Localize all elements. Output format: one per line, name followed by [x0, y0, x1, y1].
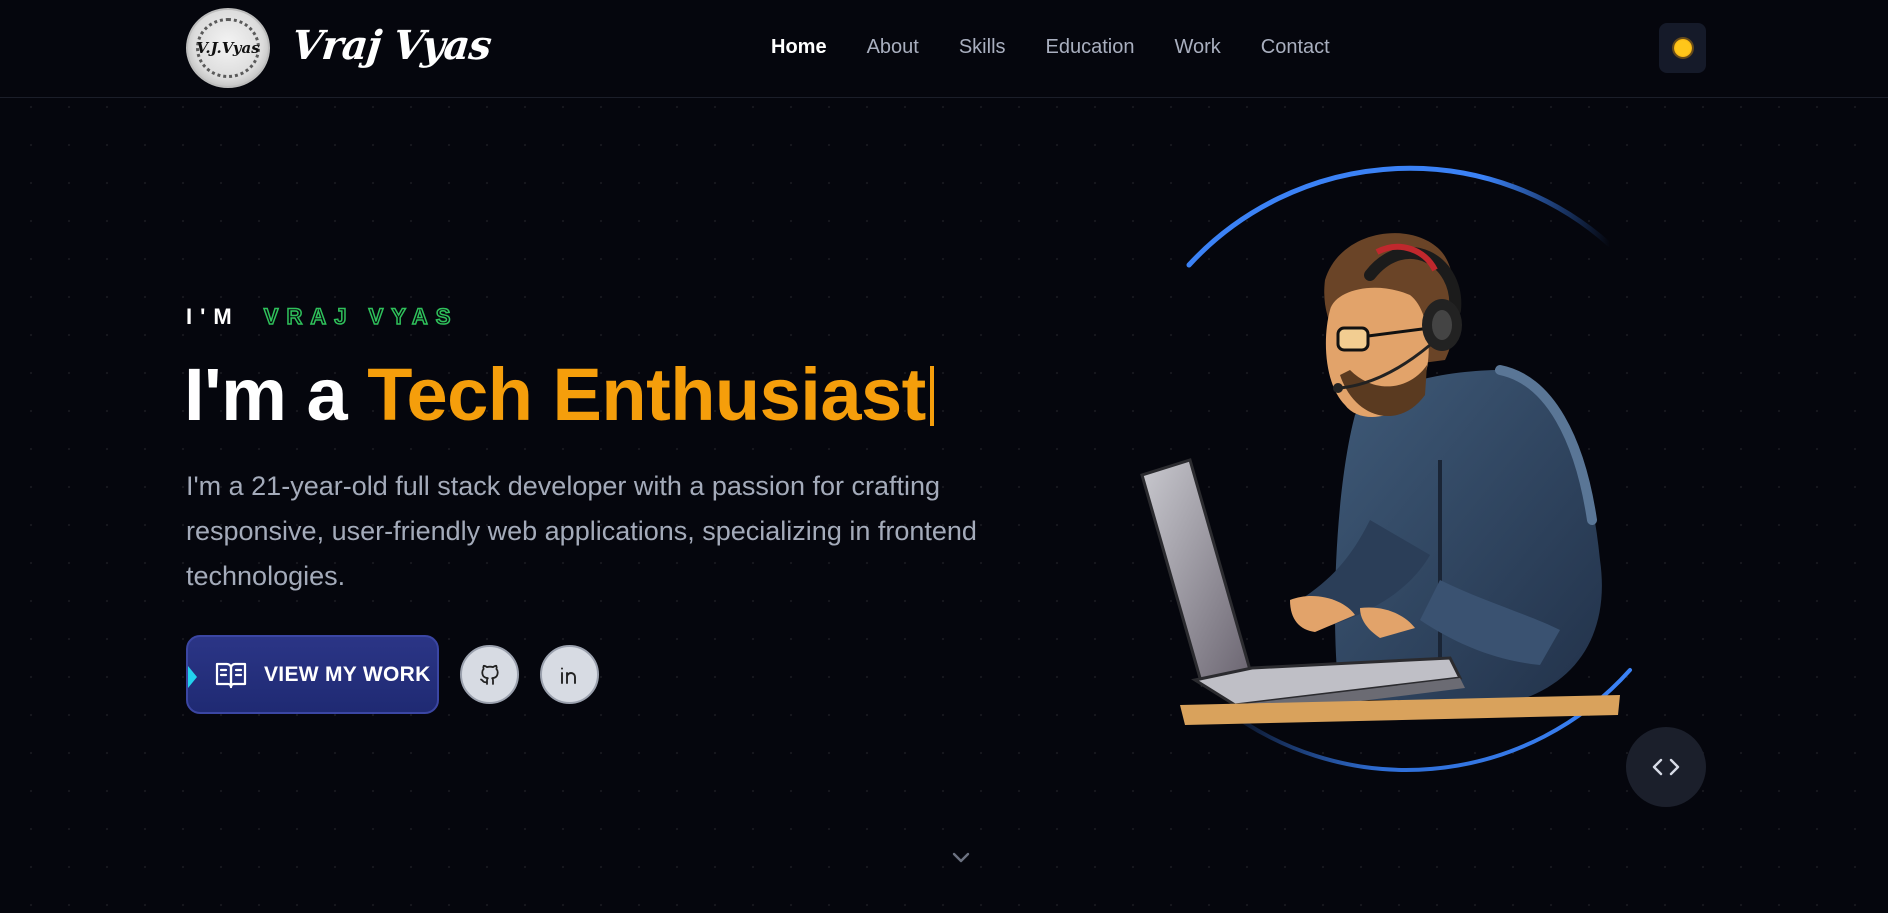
code-brackets-button[interactable]	[1626, 727, 1706, 807]
eyebrow-name: VRAJ VYAS	[263, 303, 459, 330]
cta-accent-edge	[188, 666, 197, 688]
brand-name[interactable]: Vraj Vyas	[290, 22, 493, 69]
nav-education[interactable]: Education	[1046, 36, 1135, 59]
logo-monogram: V.J.Vyas	[196, 39, 260, 57]
logo-badge[interactable]: V.J.Vyas	[186, 8, 270, 88]
chevron-down-icon[interactable]	[949, 846, 973, 870]
nav-contact[interactable]: Contact	[1261, 36, 1330, 59]
headline-prefix: I'm a	[184, 353, 348, 436]
nav-work[interactable]: Work	[1174, 36, 1220, 59]
sun-icon	[1673, 39, 1692, 57]
linkedin-icon	[560, 667, 576, 684]
github-icon	[479, 664, 499, 685]
hero-intro: I'm a 21-year-old full stack developer w…	[186, 471, 977, 591]
eyebrow-prefix: I'M	[186, 304, 240, 329]
developer-illustration	[1140, 165, 1632, 772]
code-brackets-icon	[1652, 758, 1680, 776]
nav-home[interactable]: Home	[771, 36, 827, 59]
theme-toggle-button[interactable]	[1659, 23, 1706, 73]
nav-links: Home About Skills Education Work Contact	[771, 36, 1370, 59]
hero-headline: I'm a Tech Enthusiast	[184, 352, 934, 437]
typing-cursor	[929, 366, 934, 426]
navbar: V.J.Vyas Vraj Vyas Home About Skills Edu…	[0, 0, 1888, 98]
linkedin-button[interactable]	[540, 645, 599, 704]
laptop-screen	[1140, 458, 1252, 687]
nav-skills[interactable]: Skills	[959, 36, 1006, 59]
open-book-icon	[215, 662, 247, 688]
nav-about[interactable]: About	[867, 36, 919, 59]
github-button[interactable]	[460, 645, 519, 704]
hero-eyebrow: I'M VRAJ VYAS	[186, 303, 459, 330]
view-my-work-button[interactable]: VIEW MY WORK	[186, 635, 439, 714]
headline-role: Tech Enthusiast	[367, 353, 926, 436]
cta-label: VIEW MY WORK	[264, 662, 431, 686]
